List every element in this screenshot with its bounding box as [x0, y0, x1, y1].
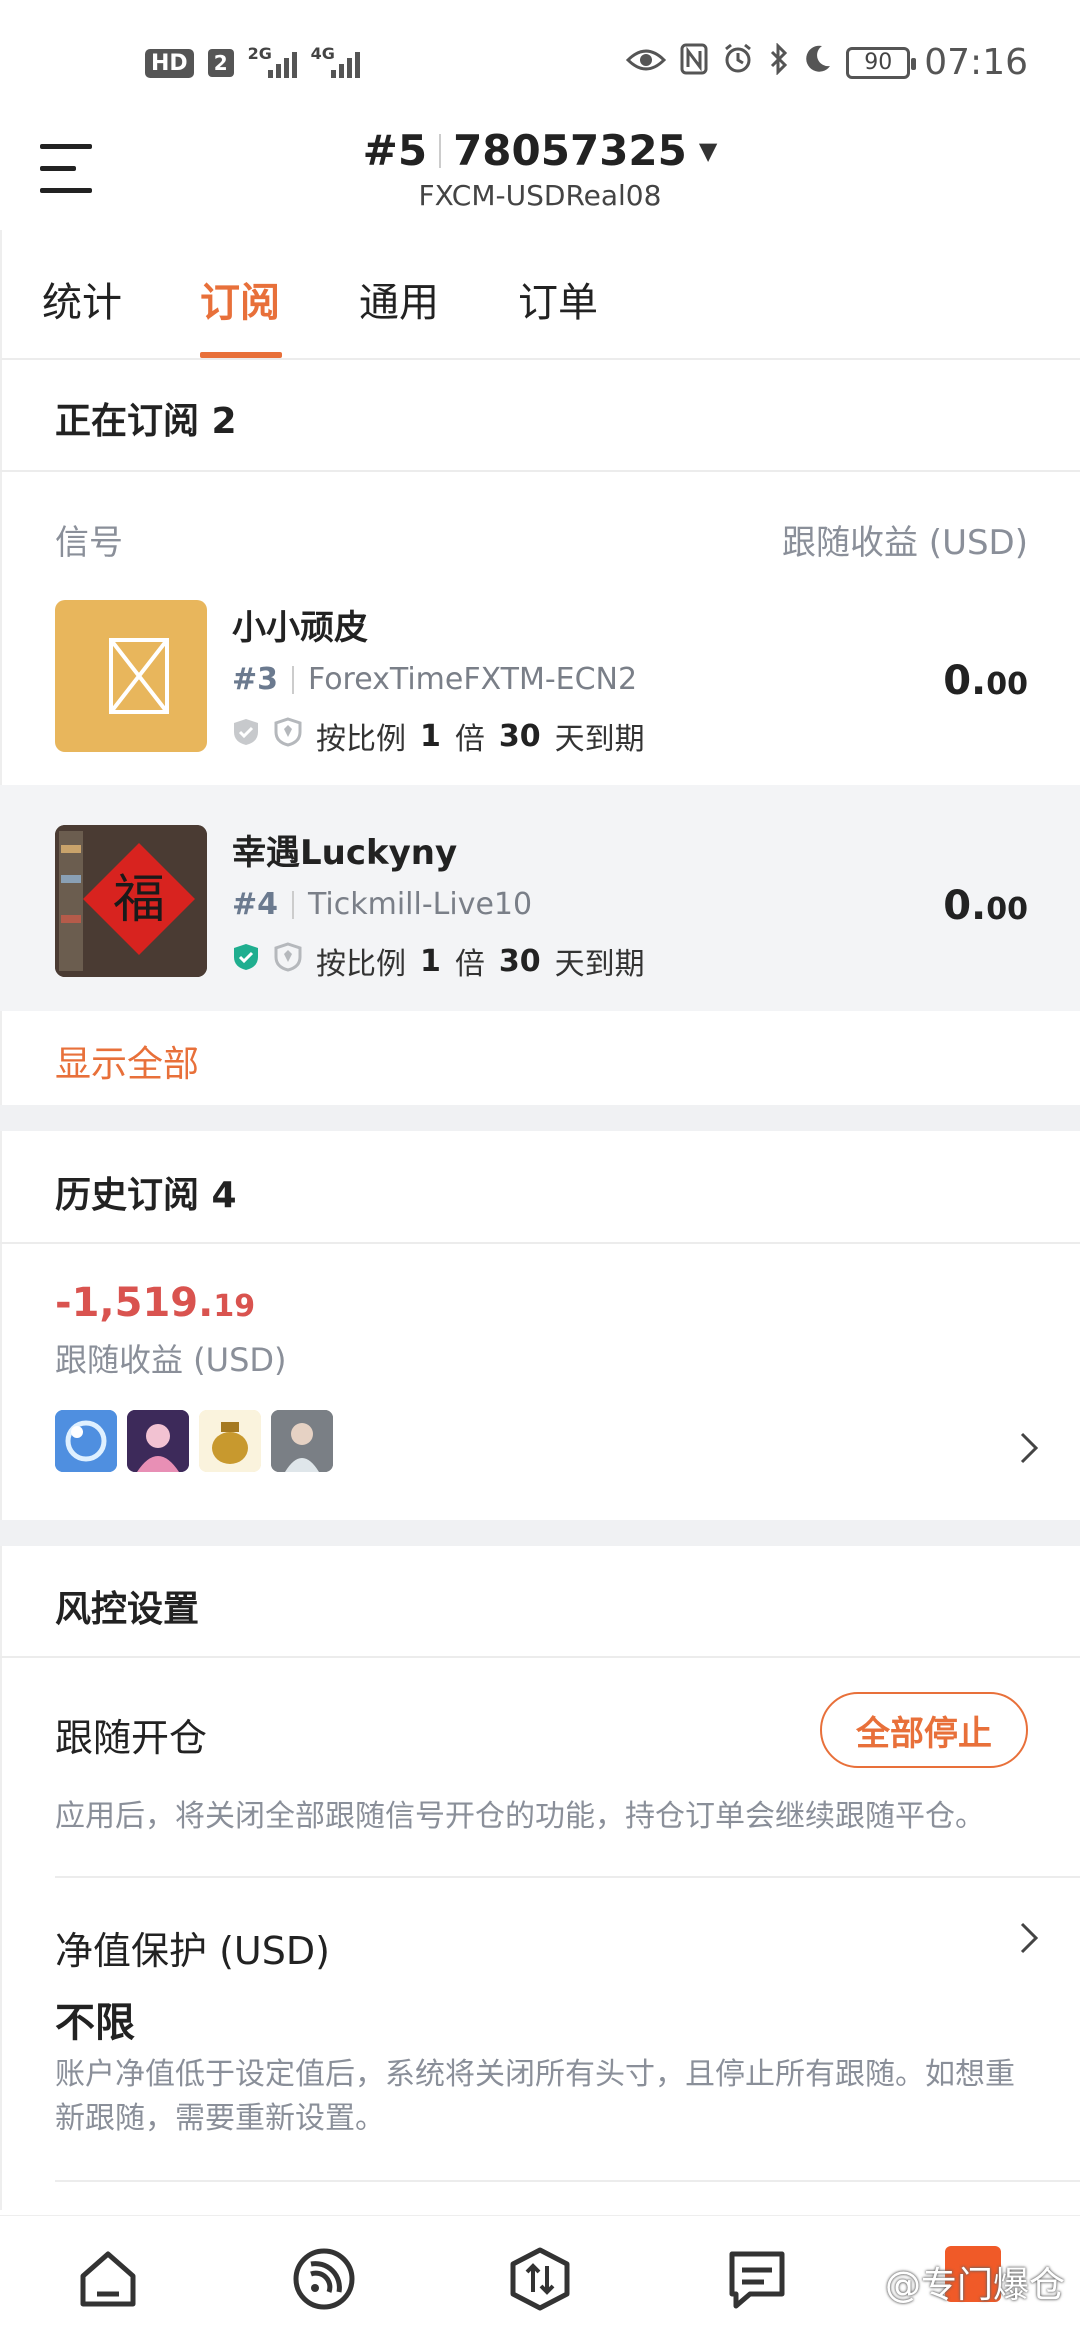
hd-badge: HD — [145, 48, 194, 78]
server-name: FXCM-USDReal08 — [418, 179, 662, 212]
subscription-row[interactable]: 福 幸遇Luckyny #4 Tickmill-Live10 按比例 1 倍 30 天到… — [0, 785, 1080, 1011]
trade-icon[interactable] — [505, 2244, 575, 2314]
signal-icon: 4G — [311, 44, 360, 78]
divider — [55, 2180, 1080, 2182]
col-profit-header: 跟随收益 (USD) — [782, 523, 1028, 563]
active-tab-indicator — [200, 352, 282, 358]
signal-name: 小小顽皮 — [232, 608, 368, 648]
col-signal-header: 信号 — [55, 523, 123, 563]
divider — [55, 1876, 1080, 1878]
shield-check-icon — [232, 717, 260, 755]
equity-protection-label: 净值保护 (USD) — [55, 1929, 330, 1973]
message-icon[interactable] — [722, 2244, 792, 2314]
nfc-icon — [680, 43, 708, 83]
shield-check-icon — [232, 942, 260, 980]
equity-protection-desc: 账户净值低于设定值后，系统将关闭所有头寸，且停止所有跟随。如想重新跟随，需要重新… — [55, 2057, 1015, 2136]
history-title: 历史订阅 4 — [55, 1175, 237, 1216]
history-pnl-label: 跟随收益 (USD) — [55, 1341, 287, 1379]
stop-all-button[interactable]: 全部停止 — [820, 1692, 1028, 1768]
chevron-right-icon — [1018, 1920, 1040, 1966]
app-header: #5 78057325 ▼ FXCM-USDReal08 — [0, 120, 1080, 230]
chevron-right-icon[interactable] — [1018, 1430, 1040, 1476]
signal-icon: 2G — [248, 44, 297, 78]
shield-outline-icon — [274, 942, 302, 980]
avatar — [55, 600, 207, 752]
signal-meta: #3 ForexTimeFXTM-ECN2 — [232, 662, 638, 697]
bottom-nav: @专门爆仓 — [0, 2215, 1080, 2340]
signal-meta: #4 Tickmill-Live10 — [232, 887, 533, 922]
section-gap — [0, 1105, 1080, 1131]
avatar: 福 — [55, 825, 207, 977]
risk-title: 风控设置 — [55, 1589, 200, 1630]
tab-bar: 统计 订阅 通用 订单 — [0, 230, 1080, 360]
status-left: HD 2 2G 4G — [145, 44, 360, 78]
divider — [0, 1656, 1080, 1658]
avatar — [271, 1410, 333, 1472]
alarm-icon — [722, 43, 754, 83]
shield-outline-icon — [274, 717, 302, 755]
caret-down-icon: ▼ — [698, 136, 718, 165]
tab-stats[interactable]: 统计 — [42, 270, 122, 328]
section-gap — [0, 1520, 1080, 1546]
subscription-row[interactable]: 小小顽皮 #3 ForexTimeFXTM-ECN2 按比例 1 倍 30 天到期 0.… — [0, 576, 1080, 784]
battery-indicator: 90 — [846, 46, 917, 79]
follow-profit-value: 0.00 — [943, 658, 1028, 704]
account-index: #5 — [362, 126, 428, 175]
svg-text:福: 福 — [113, 870, 165, 930]
history-pnl-value: -1,519.19 — [55, 1280, 256, 1326]
show-all-link[interactable]: 显示全部 — [55, 1035, 199, 1087]
home-icon[interactable] — [73, 2244, 143, 2314]
divider — [0, 1242, 1080, 1244]
follow-open-label: 跟随开仓 — [55, 1716, 208, 1760]
watermark: @专门爆仓 — [884, 2265, 1065, 2306]
moon-icon — [804, 44, 832, 82]
avatar — [199, 1410, 261, 1472]
bluetooth-icon — [768, 41, 790, 83]
account-selector[interactable]: #5 78057325 ▼ FXCM-USDReal08 — [0, 126, 1080, 212]
avatar — [55, 1410, 117, 1472]
active-subs-title: 正在订阅 2 — [55, 401, 237, 442]
equity-protection-value: 不限 — [55, 2000, 135, 2046]
follow-open-desc: 应用后，将关闭全部跟随信号开仓的功能，持仓订单会继续跟随平仓。 — [55, 1799, 985, 1834]
account-number: 78057325 — [453, 126, 687, 175]
avatar — [127, 1410, 189, 1472]
divider — [0, 470, 1080, 472]
status-time: 07:16 — [924, 42, 1028, 83]
follow-profit-value: 0.00 — [943, 883, 1028, 929]
signal-feed-icon[interactable] — [289, 2244, 359, 2314]
status-bar: HD 2 2G 4G 90 07:16 — [0, 0, 1080, 120]
follow-rule: 按比例 1 倍 30 天到期 — [232, 714, 645, 758]
tab-subscriptions[interactable]: 订阅 — [200, 270, 280, 328]
hd-sub-badge: 2 — [207, 49, 234, 77]
tab-orders[interactable]: 订单 — [518, 270, 598, 328]
status-right: 90 07:16 — [626, 41, 1028, 83]
eye-icon — [626, 44, 667, 82]
signal-name: 幸遇Luckyny — [232, 833, 458, 873]
tab-general[interactable]: 通用 — [359, 270, 439, 328]
follow-rule: 按比例 1 倍 30 天到期 — [232, 939, 645, 983]
